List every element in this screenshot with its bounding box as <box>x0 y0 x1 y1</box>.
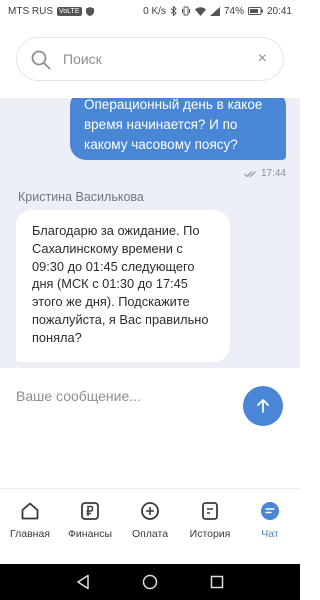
search-box[interactable]: × <box>16 37 284 81</box>
carrier-label: MTS RUS <box>8 5 53 17</box>
tab-home[interactable]: Главная <box>0 489 60 564</box>
tab-payment[interactable]: Оплата <box>120 489 180 564</box>
search-input[interactable] <box>63 38 243 80</box>
plus-circle-icon <box>139 500 161 522</box>
chat-icon <box>259 500 281 522</box>
status-bar: MTS RUS VoLTE 0 K/s 74% 20:41 <box>0 0 300 22</box>
incoming-message-text: Благодарю за ожидание. По Сахалинскому в… <box>32 223 209 345</box>
tab-payment-label: Оплата <box>131 528 169 540</box>
history-icon <box>199 500 221 522</box>
status-right: 0 K/s 74% 20:41 <box>143 6 292 17</box>
outgoing-message-bubble: Операционный день в какое время начинает… <box>70 98 286 160</box>
ruble-icon <box>79 500 101 522</box>
send-button[interactable] <box>243 386 283 426</box>
double-check-icon <box>244 170 258 178</box>
network-speed: 0 K/s <box>143 5 166 17</box>
clear-search-icon[interactable]: × <box>258 50 267 68</box>
signal-icon <box>209 6 220 16</box>
tab-chat[interactable]: Чат <box>240 489 300 564</box>
chat-area[interactable]: Операционный день в какое время начинает… <box>0 98 300 368</box>
outgoing-message-meta: 17:44 <box>244 168 286 179</box>
clock: 20:41 <box>266 5 292 17</box>
outgoing-message-time: 17:44 <box>260 168 286 179</box>
incoming-message-bubble: Благодарю за ожидание. По Сахалинскому в… <box>16 210 230 362</box>
volte-badge: VoLTE <box>57 6 82 16</box>
search-icon <box>31 50 51 75</box>
bluetooth-icon <box>170 6 177 16</box>
bottom-tab-bar: Главная Финансы Оплата История Чат <box>0 488 300 564</box>
tab-finance-label: Финансы <box>67 528 113 540</box>
tab-finance[interactable]: Финансы <box>60 489 120 564</box>
tab-home-label: Главная <box>10 528 50 540</box>
vibrate-icon <box>181 6 191 16</box>
outgoing-message-text: Операционный день в какое время начинает… <box>84 98 263 152</box>
wifi-icon <box>194 6 206 16</box>
home-circle-icon[interactable] <box>140 572 160 592</box>
back-icon[interactable] <box>73 572 93 592</box>
battery-icon <box>247 7 263 15</box>
tab-history[interactable]: История <box>180 489 240 564</box>
sender-name: Кристина Василькова <box>18 190 144 204</box>
arrow-up-icon <box>255 398 271 414</box>
battery-percent: 74% <box>223 5 244 17</box>
tab-chat-label: Чат <box>261 528 279 540</box>
message-composer <box>0 368 300 488</box>
system-navigation-bar <box>0 564 300 600</box>
search-area: × <box>0 22 300 98</box>
shield-icon <box>85 6 94 16</box>
home-icon <box>19 500 41 522</box>
tab-history-label: История <box>189 528 231 540</box>
recent-apps-icon[interactable] <box>207 572 227 592</box>
message-input[interactable] <box>16 384 226 408</box>
status-left: MTS RUS VoLTE <box>8 6 94 17</box>
